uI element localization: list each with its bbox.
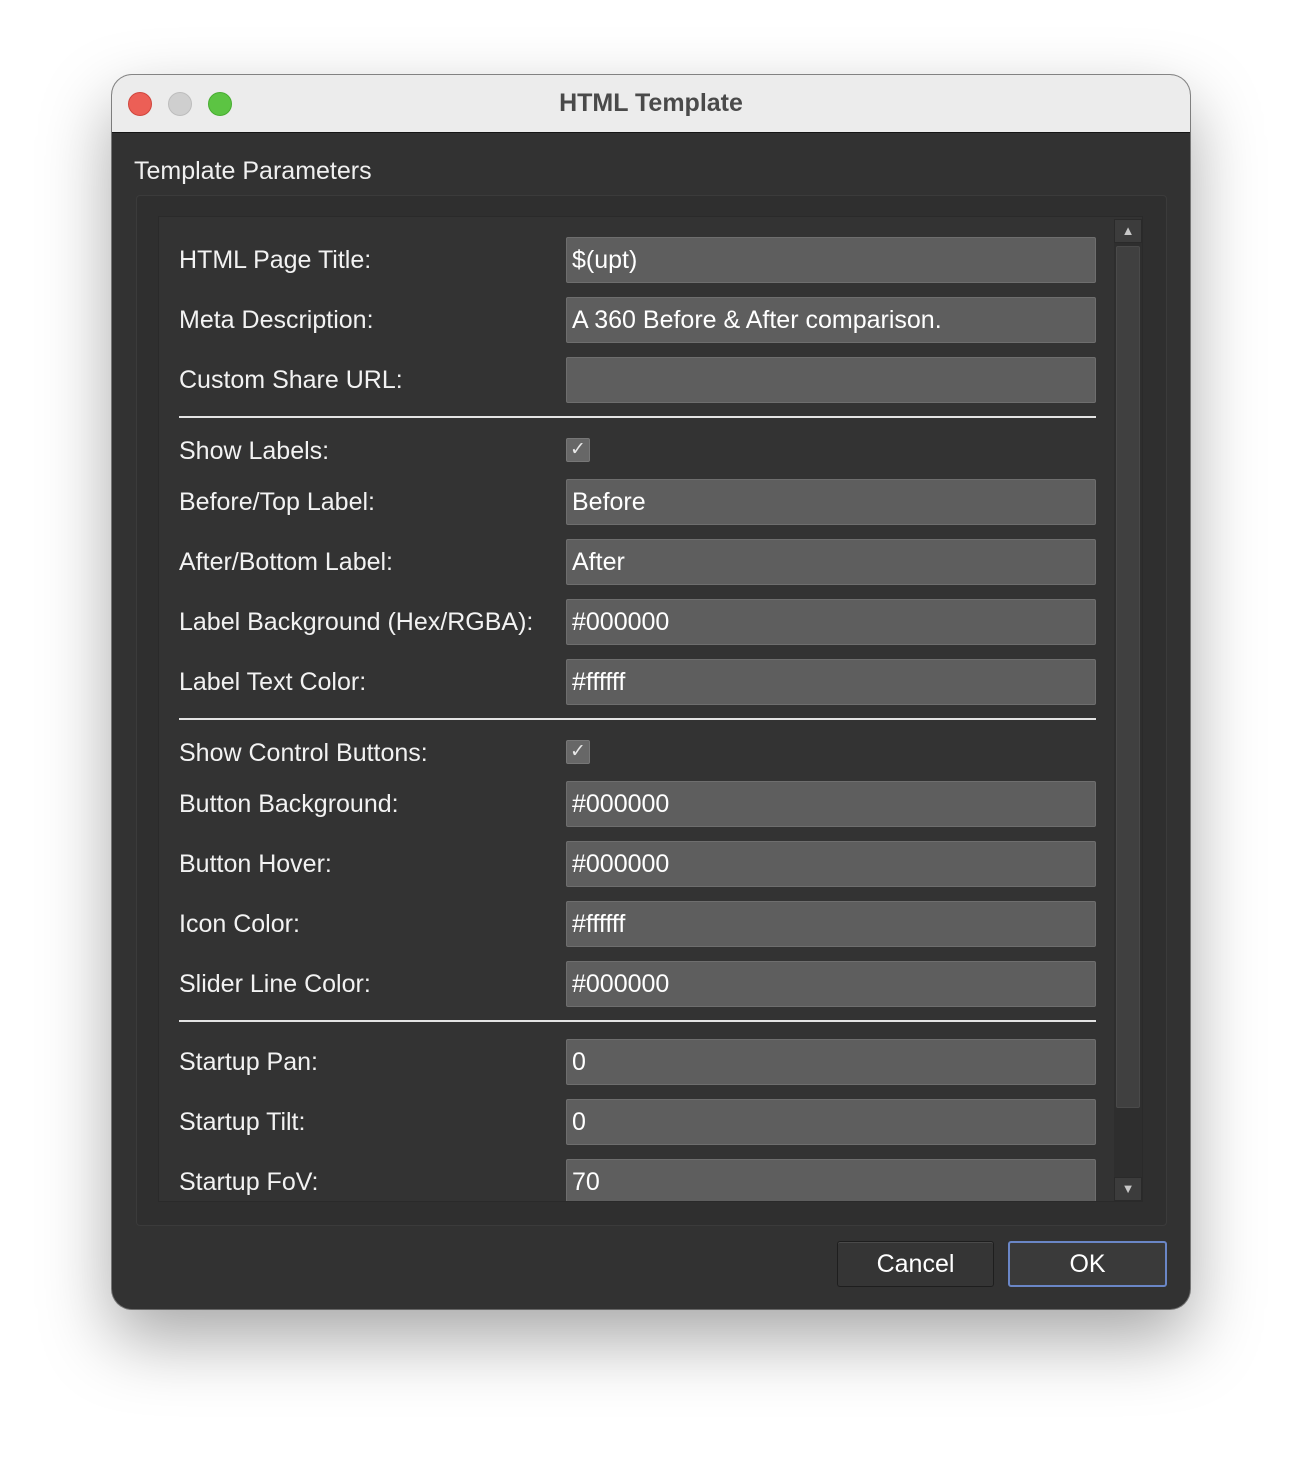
parameters-scroll-area: HTML Page Title: Meta Description: Custo… bbox=[158, 216, 1143, 1202]
button-background-label: Button Background: bbox=[179, 790, 399, 818]
separator-3 bbox=[179, 1020, 1096, 1022]
startup-fov-label: Startup FoV: bbox=[179, 1168, 319, 1196]
slider-line-color-input[interactable] bbox=[566, 961, 1096, 1007]
form-row-icon-color: Icon Color: bbox=[159, 901, 1142, 947]
after-bottom-label-input[interactable] bbox=[566, 539, 1096, 585]
show-labels-label: Show Labels: bbox=[179, 437, 330, 465]
ok-button[interactable]: OK bbox=[1008, 1241, 1167, 1287]
scroll-thumb[interactable] bbox=[1116, 246, 1140, 1108]
form-row-before-label: Before/Top Label: bbox=[159, 479, 1142, 525]
startup-tilt-input[interactable] bbox=[566, 1099, 1096, 1145]
show-labels-checkbox[interactable]: ✓ bbox=[566, 438, 590, 462]
arrow-down-icon: ▼ bbox=[1121, 1181, 1135, 1196]
page-title-label: HTML Page Title: bbox=[179, 246, 372, 274]
before-top-label-input[interactable] bbox=[566, 479, 1096, 525]
icon-color-label: Icon Color: bbox=[179, 910, 300, 938]
label-text-color-input[interactable] bbox=[566, 659, 1096, 705]
form-row-show-control-buttons: Show Control Buttons: ✓ bbox=[159, 730, 1142, 776]
checkmark-icon: ✓ bbox=[570, 439, 586, 460]
scroll-down-button[interactable]: ▼ bbox=[1114, 1177, 1142, 1201]
arrow-up-icon: ▲ bbox=[1121, 223, 1135, 238]
icon-color-input[interactable] bbox=[566, 901, 1096, 947]
scroll-up-button[interactable]: ▲ bbox=[1114, 219, 1142, 243]
separator-1 bbox=[179, 416, 1096, 418]
form-row-button-background: Button Background: bbox=[159, 781, 1142, 827]
startup-pan-label: Startup Pan: bbox=[179, 1048, 318, 1076]
after-bottom-label-label: After/Bottom Label: bbox=[179, 548, 394, 576]
vertical-scrollbar[interactable]: ▲ ▼ bbox=[1114, 219, 1142, 1201]
button-background-input[interactable] bbox=[566, 781, 1096, 827]
form-row-show-labels: Show Labels: ✓ bbox=[159, 428, 1142, 474]
meta-description-input[interactable] bbox=[566, 297, 1096, 343]
dialog-window: HTML Template Template Parameters HTML P… bbox=[112, 75, 1190, 1309]
checkmark-icon: ✓ bbox=[570, 741, 586, 762]
form-row-slider-line-color: Slider Line Color: bbox=[159, 961, 1142, 1007]
form-row-custom-share-url: Custom Share URL: bbox=[159, 357, 1142, 403]
form-row-label-background: Label Background (Hex/RGBA): bbox=[159, 599, 1142, 645]
startup-fov-input[interactable] bbox=[566, 1159, 1096, 1201]
startup-tilt-label: Startup Tilt: bbox=[179, 1108, 306, 1136]
label-background-label: Label Background (Hex/RGBA): bbox=[179, 608, 534, 636]
show-control-buttons-checkbox[interactable]: ✓ bbox=[566, 740, 590, 764]
scroll-track[interactable] bbox=[1114, 243, 1142, 1177]
startup-pan-input[interactable] bbox=[566, 1039, 1096, 1085]
form-row-startup-pan: Startup Pan: bbox=[159, 1039, 1142, 1085]
form-row-after-label: After/Bottom Label: bbox=[159, 539, 1142, 585]
button-hover-input[interactable] bbox=[566, 841, 1096, 887]
group-title: Template Parameters bbox=[134, 157, 372, 185]
form-row-meta-description: Meta Description: bbox=[159, 297, 1142, 343]
custom-share-url-label: Custom Share URL: bbox=[179, 366, 403, 394]
window-title: HTML Template bbox=[559, 89, 743, 117]
form-row-button-hover: Button Hover: bbox=[159, 841, 1142, 887]
separator-2 bbox=[179, 718, 1096, 720]
form-row-startup-tilt: Startup Tilt: bbox=[159, 1099, 1142, 1145]
slider-line-color-label: Slider Line Color: bbox=[179, 970, 371, 998]
label-background-input[interactable] bbox=[566, 599, 1096, 645]
page-title-input[interactable] bbox=[566, 237, 1096, 283]
form-row-label-text-color: Label Text Color: bbox=[159, 659, 1142, 705]
show-control-buttons-label: Show Control Buttons: bbox=[179, 739, 428, 767]
button-hover-label: Button Hover: bbox=[179, 850, 332, 878]
cancel-button[interactable]: Cancel bbox=[837, 1241, 994, 1287]
form-row-page-title: HTML Page Title: bbox=[159, 237, 1142, 283]
form-row-startup-fov: Startup FoV: bbox=[159, 1159, 1142, 1201]
title-bar: HTML Template bbox=[112, 75, 1190, 133]
label-text-color-label: Label Text Color: bbox=[179, 668, 367, 696]
before-top-label-label: Before/Top Label: bbox=[179, 488, 375, 516]
meta-description-label: Meta Description: bbox=[179, 306, 374, 334]
custom-share-url-input[interactable] bbox=[566, 357, 1096, 403]
